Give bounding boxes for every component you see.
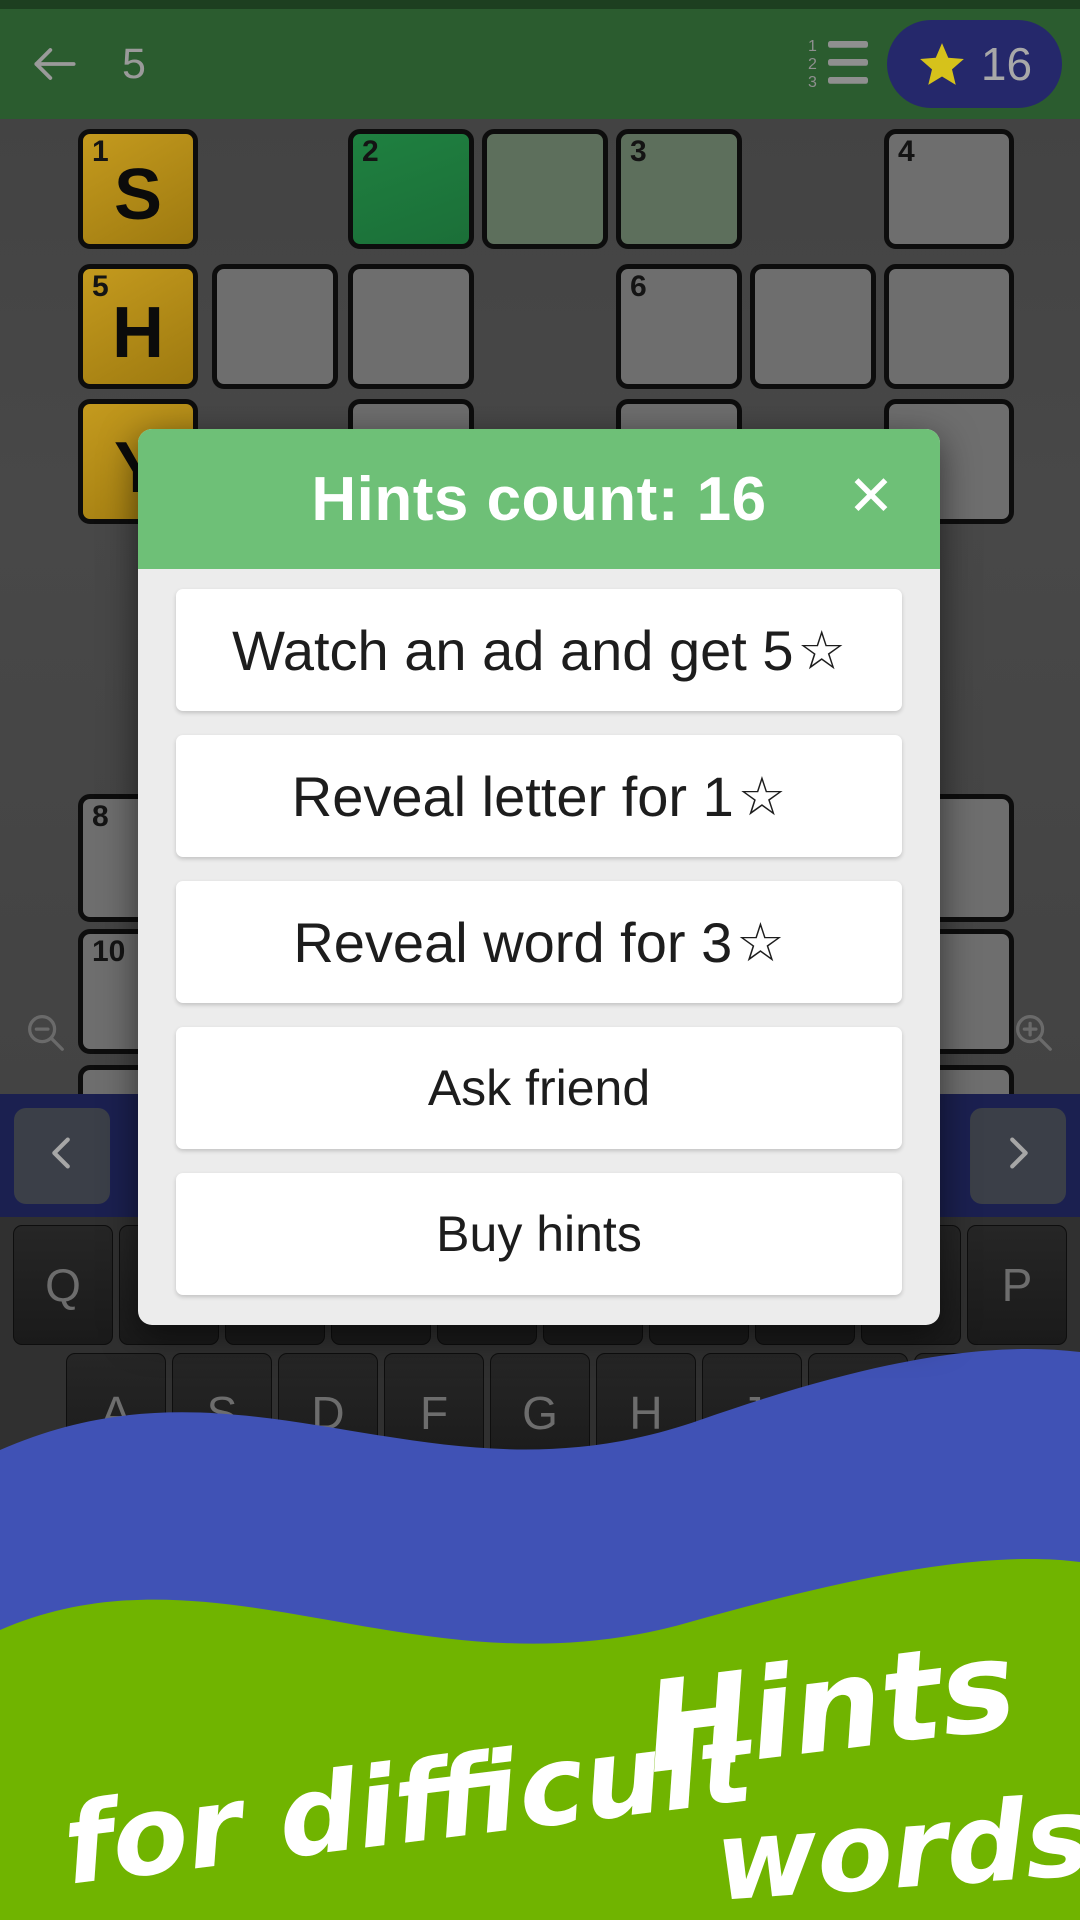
watch-ad-label: Watch an ad and get 5 <box>232 618 794 682</box>
close-icon[interactable]: ✕ <box>840 465 902 527</box>
star-outline-icon: ☆ <box>737 766 787 827</box>
star-outline-icon: ☆ <box>736 912 785 973</box>
ask-friend-option[interactable]: Ask friend <box>176 1027 902 1149</box>
app-screen: 5 1 2 3 16 1 S 2 3 4 5 H 6 8 10 Q P A S … <box>0 0 1080 1920</box>
buy-hints-label: Buy hints <box>436 1206 642 1262</box>
reveal-letter-option[interactable]: Reveal letter for 1 ☆ <box>176 735 902 857</box>
reveal-letter-label: Reveal letter for 1 <box>291 764 734 828</box>
hints-dialog-title: Hints count: 16 <box>311 464 767 534</box>
reveal-word-label: Reveal word for 3 <box>293 910 733 974</box>
hints-dialog-body: Watch an ad and get 5 ☆ Reveal letter fo… <box>138 569 940 1325</box>
hints-dialog-header: Hints count: 16 ✕ <box>138 429 940 569</box>
hints-dialog: Hints count: 16 ✕ Watch an ad and get 5 … <box>138 429 940 1325</box>
reveal-word-option[interactable]: Reveal word for 3 ☆ <box>176 881 902 1003</box>
ask-friend-label: Ask friend <box>427 1060 651 1116</box>
watch-ad-option[interactable]: Watch an ad and get 5 ☆ <box>176 589 902 711</box>
buy-hints-option[interactable]: Buy hints <box>176 1173 902 1295</box>
star-outline-icon: ☆ <box>797 620 846 681</box>
